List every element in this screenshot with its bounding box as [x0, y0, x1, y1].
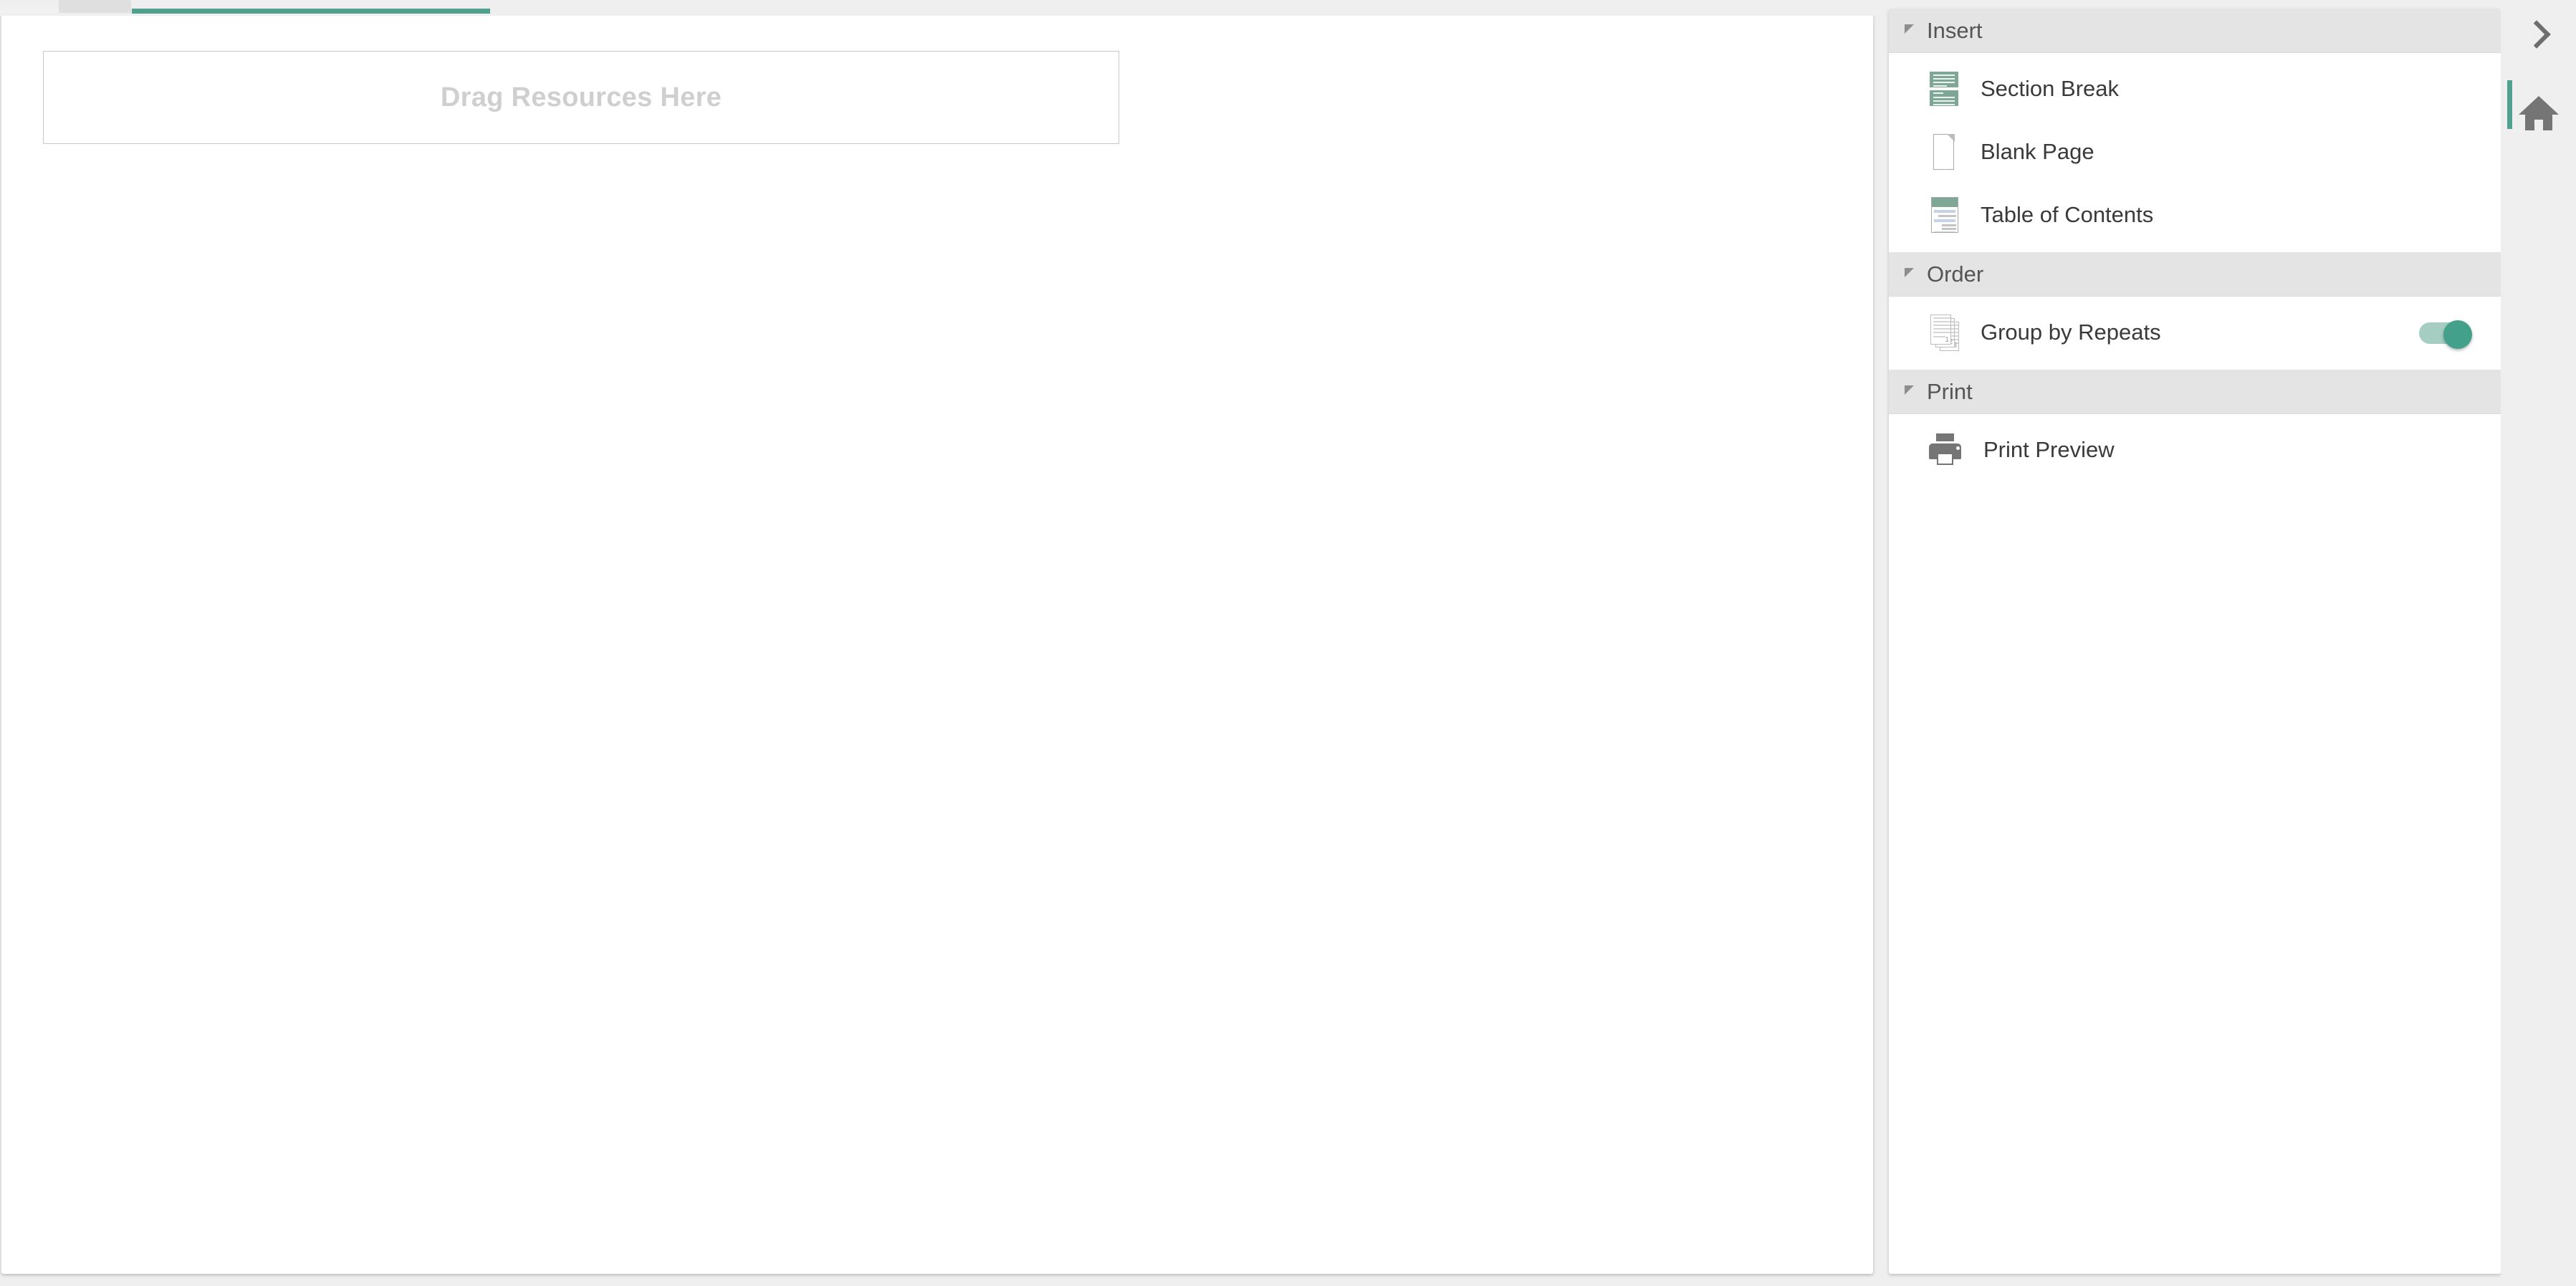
right-icon-rail — [2501, 0, 2576, 1286]
triangle-expanded-icon[interactable] — [1905, 24, 1914, 34]
printer-icon — [1928, 433, 1963, 467]
row-label-print-preview: Print Preview — [1983, 437, 2115, 463]
section-title-order: Order — [1927, 261, 1983, 287]
row-section-break[interactable]: Section Break — [1889, 57, 2501, 120]
home-icon — [2519, 96, 2559, 130]
row-label-table-of-contents: Table of Contents — [1981, 202, 2153, 228]
row-group-by-repeats[interactable]: 3 2 1 — [1889, 301, 2501, 364]
resource-dropzone[interactable]: Drag Resources Here — [43, 51, 1119, 144]
section-body-print: Print Preview — [1889, 414, 2501, 487]
blank-page-icon — [1928, 133, 1960, 171]
group-by-repeats-icon: 3 2 1 — [1928, 314, 1960, 351]
row-label-group-by-repeats: Group by Repeats — [1981, 320, 2161, 345]
group-by-repeats-toggle[interactable] — [2419, 320, 2474, 345]
row-print-preview[interactable]: Print Preview — [1889, 418, 2501, 481]
section-break-icon — [1928, 70, 1960, 107]
toggle-knob — [2443, 320, 2472, 349]
section-body-order: 3 2 1 — [1889, 297, 2501, 370]
triangle-expanded-icon[interactable] — [1905, 268, 1914, 277]
row-blank-page[interactable]: Blank Page — [1889, 120, 2501, 183]
properties-panel: Insert Section Break — [1889, 9, 2501, 1274]
section-header-insert[interactable]: Insert — [1889, 9, 2501, 53]
chevron-right-icon — [2522, 20, 2551, 49]
tab-inactive[interactable] — [59, 0, 131, 13]
section-title-insert: Insert — [1927, 18, 1983, 44]
document-canvas-panel: Drag Resources Here — [1, 14, 1873, 1274]
tab-strip — [0, 0, 1874, 16]
section-title-print: Print — [1927, 379, 1973, 405]
triangle-expanded-icon[interactable] — [1905, 385, 1914, 395]
home-button[interactable] — [2501, 79, 2576, 148]
section-header-order[interactable]: Order — [1889, 252, 2501, 297]
tab-active-indicator — [132, 9, 490, 14]
section-body-insert: Section Break Blank Page — [1889, 53, 2501, 252]
table-of-contents-icon — [1928, 196, 1960, 234]
tab-strip-left-fade — [0, 0, 59, 13]
section-header-print[interactable]: Print — [1889, 370, 2501, 414]
row-label-blank-page: Blank Page — [1981, 139, 2094, 165]
row-table-of-contents[interactable]: Table of Contents — [1889, 183, 2501, 246]
row-label-section-break: Section Break — [1981, 76, 2119, 102]
expand-panel-button[interactable] — [2501, 0, 2576, 69]
dropzone-placeholder-label: Drag Resources Here — [441, 82, 722, 113]
